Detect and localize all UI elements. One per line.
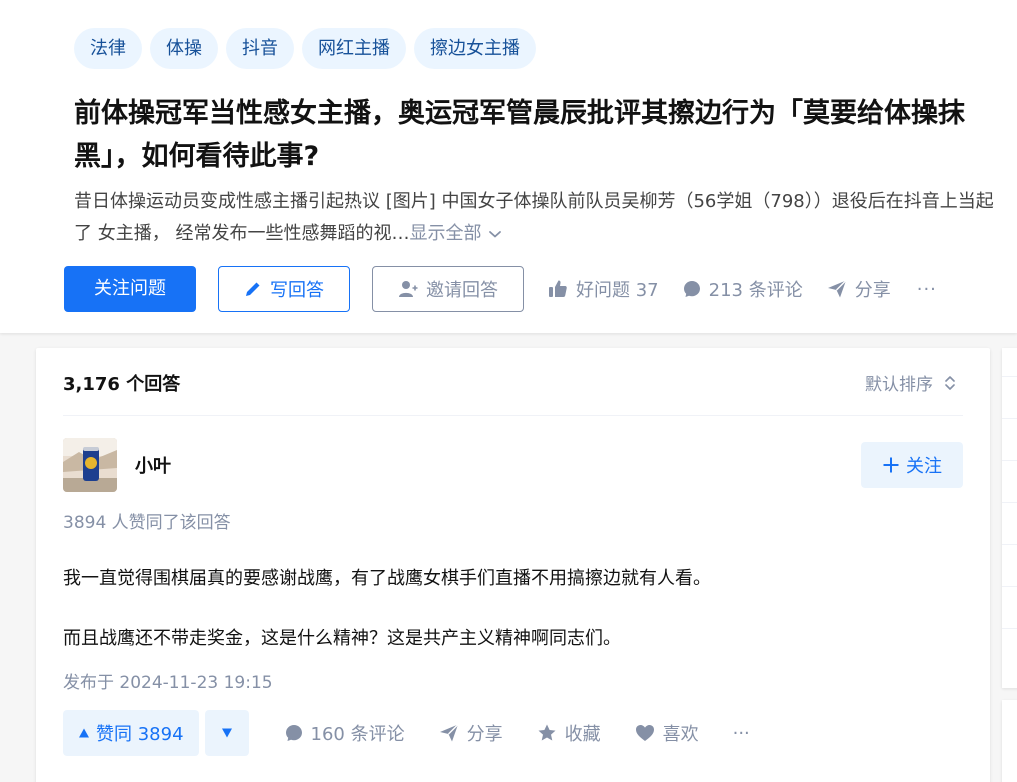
- answer-paragraph: 而且战鹰还不带走奖金，这是什么精神？这是共产主义精神啊同志们。: [63, 628, 621, 649]
- more-options-button[interactable]: ···: [917, 279, 937, 300]
- question-comments-label: 213 条评论: [708, 280, 803, 301]
- star-icon: [537, 723, 557, 743]
- sort-label: 默认排序: [865, 375, 933, 395]
- author-name[interactable]: 小叶: [135, 452, 171, 478]
- share-question-button[interactable]: 分享: [827, 276, 891, 302]
- topic-tag[interactable]: 网红主播: [302, 28, 406, 69]
- invite-answer-button[interactable]: 邀请回答: [372, 266, 524, 312]
- excerpt-text: 昔日体操运动员变成性感主播引起热议 [图片] 中国女子体操队前队员吴柳芳（56学…: [74, 191, 994, 244]
- write-answer-label: 写回答: [270, 280, 324, 301]
- answers-header: 3,176 个回答 默认排序: [63, 348, 963, 416]
- sidebar-divider: [1002, 586, 1017, 587]
- topic-tag[interactable]: 法律: [74, 28, 142, 69]
- chevron-down-icon[interactable]: [487, 226, 503, 242]
- share-question-label: 分享: [854, 280, 891, 301]
- question-title: 前体操冠军当性感女主播，奥运冠军管晨辰批评其擦边行为「莫要给体操抹黑」，如何看待…: [74, 98, 965, 172]
- upvote-label: 赞同 3894: [96, 724, 184, 745]
- good-question-label: 好问题 37: [576, 280, 659, 301]
- comment-icon: [683, 280, 701, 298]
- answer-more-button[interactable]: ···: [733, 723, 750, 744]
- question-comments-button[interactable]: 213 条评论: [683, 276, 803, 302]
- sidebar-divider: [1002, 628, 1017, 629]
- sidebar-divider: [1002, 460, 1017, 461]
- topic-tag[interactable]: 擦边女主播: [414, 28, 536, 69]
- sidebar-card: [1002, 348, 1017, 688]
- topic-tag[interactable]: 体操: [150, 28, 218, 69]
- collect-label: 收藏: [564, 724, 601, 745]
- question-header: 法律 体操 抖音 网红主播 擦边女主播 前体操冠军当性感女主播，奥运冠军管晨辰批…: [0, 0, 1017, 333]
- heart-icon: [635, 723, 655, 743]
- add-user-icon: [398, 279, 418, 299]
- publish-time[interactable]: 发布于 2024-11-23 19:15: [63, 668, 273, 693]
- thumbs-up-icon: [548, 279, 568, 299]
- write-answer-button[interactable]: 写回答: [218, 266, 350, 312]
- collect-button[interactable]: 收藏: [537, 720, 601, 746]
- triangle-down-icon: [221, 727, 233, 739]
- answer-comments-label: 160 条评论: [310, 724, 405, 745]
- answer-paragraph: 我一直觉得围棋届真的要感谢战鹰，有了战鹰女棋手们直播不用搞擦边就有人看。: [63, 568, 711, 589]
- follow-author-label: 关注: [906, 456, 942, 477]
- follow-question-button[interactable]: 关注问题: [64, 266, 196, 312]
- follow-author-button[interactable]: 关注: [861, 442, 963, 488]
- like-label: 喜欢: [662, 724, 699, 745]
- sidebar-divider: [1002, 544, 1017, 545]
- avatar[interactable]: [63, 438, 117, 492]
- sort-button[interactable]: 默认排序: [865, 370, 957, 395]
- sidebar-card: [1002, 700, 1017, 782]
- topic-list: 法律 体操 抖音 网红主播 擦边女主播: [74, 28, 536, 69]
- topic-tag[interactable]: 抖音: [226, 28, 294, 69]
- answer-actions: 赞同 3894 160 条评论 分享 收藏 喜欢 ···: [63, 710, 750, 756]
- answer-count: 3,176 个回答: [63, 374, 181, 395]
- good-question-button[interactable]: 好问题 37: [548, 276, 659, 302]
- upvote-button[interactable]: 赞同 3894: [63, 710, 199, 756]
- share-icon: [827, 279, 847, 299]
- like-button[interactable]: 喜欢: [635, 720, 699, 746]
- sidebar-divider: [1002, 376, 1017, 377]
- triangle-up-icon: [78, 727, 90, 739]
- sort-icon: [943, 374, 957, 392]
- question-actions: 关注问题 写回答 邀请回答 好问题 37 213 条评论 分享 ···: [64, 266, 937, 312]
- sidebar-divider: [1002, 502, 1017, 503]
- answer-author: 小叶 关注: [63, 438, 963, 492]
- invite-answer-label: 邀请回答: [426, 280, 498, 301]
- answers-card: 3,176 个回答 默认排序 小叶 关注 3894 人赞同了该回答 我一直觉得围…: [36, 348, 990, 782]
- answer-content: 我一直觉得围棋届真的要感谢战鹰，有了战鹰女棋手们直播不用搞擦边就有人看。 而且战…: [63, 564, 963, 654]
- sidebar-divider: [1002, 418, 1017, 419]
- share-icon: [439, 723, 459, 743]
- vote-summary: 3894 人赞同了该回答: [63, 513, 231, 533]
- answer-comments-button[interactable]: 160 条评论: [285, 720, 405, 746]
- share-answer-button[interactable]: 分享: [439, 720, 503, 746]
- plus-icon: [882, 456, 900, 474]
- question-excerpt[interactable]: 昔日体操运动员变成性感主播引起热议 [图片] 中国女子体操队前队员吴柳芳（56学…: [74, 186, 1009, 250]
- show-all-link[interactable]: 显示全部: [409, 223, 481, 244]
- downvote-button[interactable]: [204, 710, 249, 756]
- pencil-icon: [244, 280, 262, 298]
- share-answer-label: 分享: [466, 724, 503, 745]
- comment-icon: [285, 724, 303, 742]
